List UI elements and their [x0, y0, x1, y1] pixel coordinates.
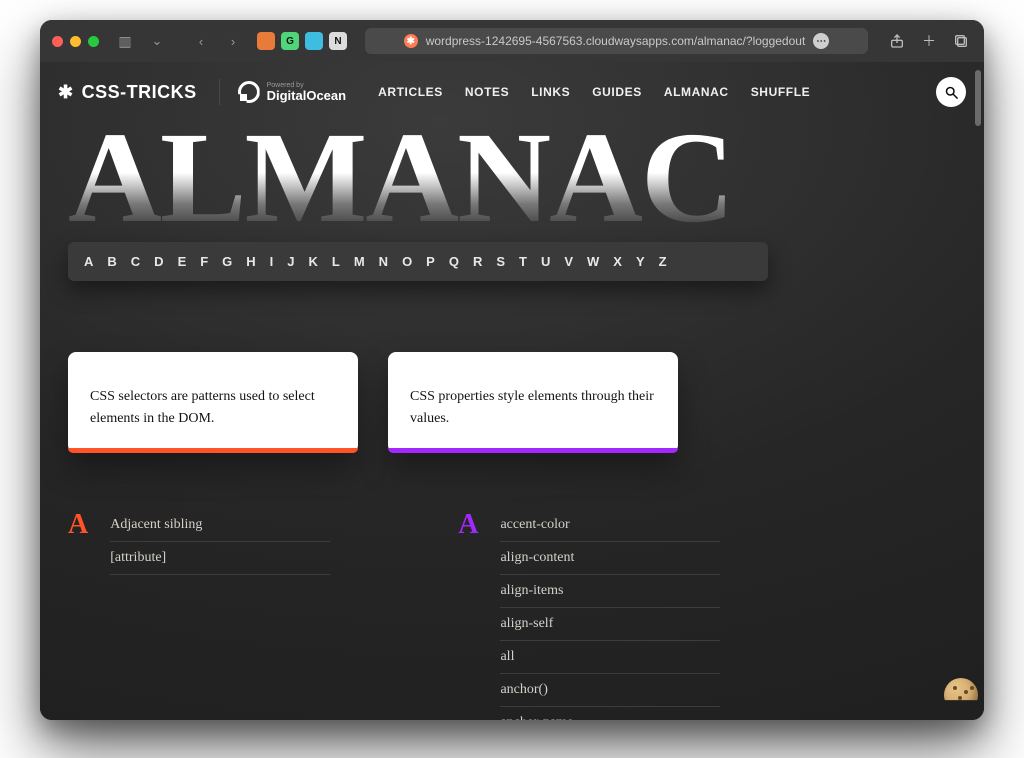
site-logo[interactable]: ✱ CSS-TRICKS [58, 82, 197, 103]
az-letter[interactable]: V [564, 254, 573, 269]
selectors-list: Adjacent sibling [attribute] [110, 509, 330, 575]
list-item[interactable]: accent-color [500, 509, 720, 542]
nav-articles[interactable]: ARTICLES [378, 85, 443, 99]
sidebar-toggle-icon[interactable] [113, 29, 137, 53]
az-letter[interactable]: L [332, 254, 340, 269]
properties-card-text: CSS properties style elements through th… [410, 386, 656, 429]
az-letter[interactable]: E [178, 254, 187, 269]
digitalocean-logo[interactable]: Powered by DigitalOcean [238, 81, 346, 103]
close-window-button[interactable] [52, 36, 63, 47]
az-letter[interactable]: N [379, 254, 389, 269]
list-item[interactable]: align-self [500, 608, 720, 641]
section-letter: A [68, 509, 88, 541]
zoom-window-button[interactable] [88, 36, 99, 47]
powered-by-name: DigitalOcean [267, 89, 346, 102]
page-title: ALMANAC [68, 120, 733, 237]
list-item[interactable]: align-content [500, 542, 720, 575]
extension-icon[interactable] [257, 32, 275, 50]
az-letter[interactable]: S [496, 254, 505, 269]
az-letter[interactable]: F [200, 254, 208, 269]
scrollbar-thumb[interactable] [975, 70, 981, 126]
brand-text: CSS-TRICKS [82, 82, 197, 103]
nav-guides[interactable]: GUIDES [592, 85, 642, 99]
asterisk-icon: ✱ [58, 82, 74, 103]
browser-toolbar: ⌄ ‹ › G N ✱ wordpress-1242695-4567563.cl… [40, 20, 984, 62]
address-bar[interactable]: ✱ wordpress-1242695-4567563.cloudwaysapp… [365, 28, 868, 54]
selectors-column: A Adjacent sibling [attribute] [68, 509, 330, 720]
nav-almanac[interactable]: ALMANAC [664, 85, 729, 99]
selectors-card-text: CSS selectors are patterns used to selec… [90, 386, 336, 429]
address-bar-text: wordpress-1242695-4567563.cloudwaysapps.… [426, 34, 806, 48]
az-letter[interactable]: B [107, 254, 117, 269]
digitalocean-mark-icon [238, 81, 260, 103]
new-tab-icon[interactable]: ＋ [918, 30, 940, 52]
forward-button[interactable]: › [221, 29, 245, 53]
az-letter[interactable]: X [613, 254, 622, 269]
extension-icon[interactable]: N [329, 32, 347, 50]
selectors-card[interactable]: CSS selectors are patterns used to selec… [68, 352, 358, 453]
almanac-columns: A Adjacent sibling [attribute] A accent-… [68, 509, 984, 720]
az-letter[interactable]: O [402, 254, 413, 269]
nav-notes[interactable]: NOTES [465, 85, 509, 99]
az-letter[interactable]: I [270, 254, 274, 269]
browser-extensions: G N [257, 32, 347, 50]
az-letter[interactable]: J [287, 254, 295, 269]
list-item[interactable]: anchor-name [500, 707, 720, 720]
tab-group-icon[interactable]: ⌄ [145, 29, 169, 53]
nav-shuffle[interactable]: SHUFFLE [751, 85, 811, 99]
site-favicon: ✱ [404, 34, 418, 48]
properties-list: accent-color align-content align-items a… [500, 509, 720, 720]
list-item[interactable]: anchor() [500, 674, 720, 707]
az-letter[interactable]: D [154, 254, 164, 269]
extension-icon[interactable]: G [281, 32, 299, 50]
az-letter[interactable]: Y [636, 254, 645, 269]
share-icon[interactable] [886, 30, 908, 52]
page-viewport: ✱ CSS-TRICKS Powered by DigitalOcean ART… [40, 62, 984, 720]
browser-window: ⌄ ‹ › G N ✱ wordpress-1242695-4567563.cl… [40, 20, 984, 720]
back-button[interactable]: ‹ [189, 29, 213, 53]
list-item[interactable]: align-items [500, 575, 720, 608]
intro-cards: CSS selectors are patterns used to selec… [68, 352, 984, 453]
az-letter[interactable]: K [309, 254, 319, 269]
az-letter[interactable]: R [473, 254, 483, 269]
divider [219, 79, 220, 105]
properties-card[interactable]: CSS properties style elements through th… [388, 352, 678, 453]
properties-column: A accent-color align-content align-items… [458, 509, 720, 720]
list-item[interactable]: all [500, 641, 720, 674]
hero: ALMANAC A B C D E F G H I J K L M N O P … [40, 122, 984, 282]
tab-overview-icon[interactable] [950, 30, 972, 52]
search-button[interactable] [936, 77, 966, 107]
reader-mode-icon[interactable]: ⋯ [813, 33, 829, 49]
az-letter[interactable]: H [246, 254, 256, 269]
az-letter[interactable]: Z [659, 254, 667, 269]
az-letter[interactable]: Q [449, 254, 460, 269]
card-accent [68, 448, 358, 453]
section-letter: A [458, 509, 478, 541]
list-item[interactable]: Adjacent sibling [110, 509, 330, 542]
extension-icon[interactable] [305, 32, 323, 50]
minimize-window-button[interactable] [70, 36, 81, 47]
nav-links[interactable]: LINKS [531, 85, 570, 99]
az-letter[interactable]: A [84, 254, 94, 269]
az-letter[interactable]: M [354, 254, 365, 269]
primary-nav: ARTICLES NOTES LINKS GUIDES ALMANAC SHUF… [378, 85, 810, 99]
window-controls [52, 36, 99, 47]
az-index-bar: A B C D E F G H I J K L M N O P Q R S T [68, 242, 768, 281]
card-accent [388, 448, 678, 453]
az-letter[interactable]: W [587, 254, 600, 269]
az-letter[interactable]: U [541, 254, 551, 269]
search-icon [944, 85, 959, 100]
az-letter[interactable]: C [131, 254, 141, 269]
az-letter[interactable]: T [519, 254, 527, 269]
az-letter[interactable]: G [222, 254, 233, 269]
list-item[interactable]: [attribute] [110, 542, 330, 575]
az-letter[interactable]: P [426, 254, 435, 269]
